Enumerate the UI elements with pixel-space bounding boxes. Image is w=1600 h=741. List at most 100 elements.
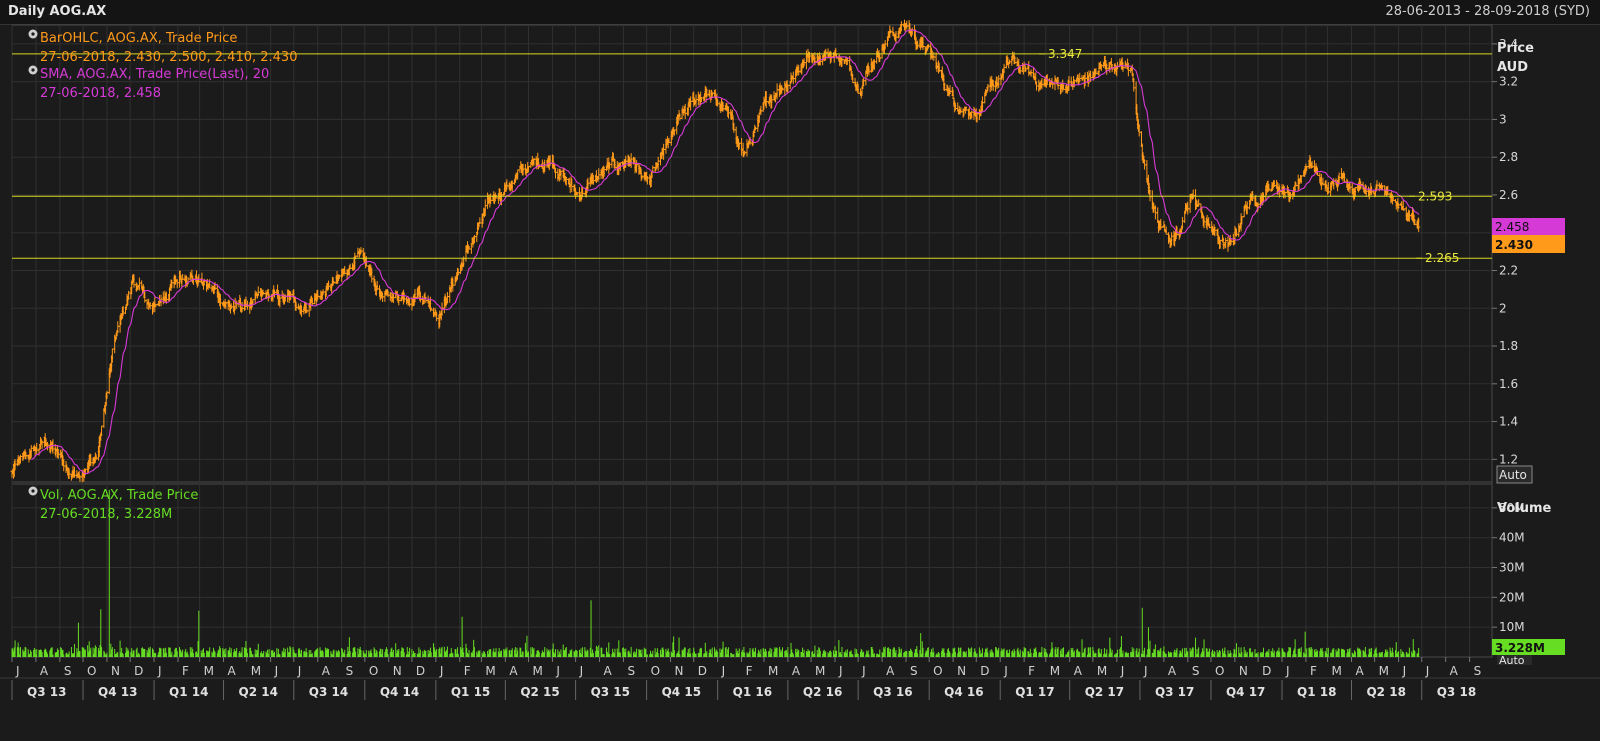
month-tick-label: F — [464, 664, 471, 678]
price-legend: BarOHLC, AOG.AX, Trade Price 27-06-2018,… — [28, 29, 297, 101]
month-tick-label: A — [604, 664, 613, 678]
month-tick-label: S — [346, 664, 354, 678]
price-auto-button[interactable]: Auto — [1496, 465, 1533, 484]
month-tick-label: J — [1143, 664, 1148, 678]
volume-auto-button[interactable]: Auto — [1497, 654, 1532, 667]
volume-tick-label: 30M — [1499, 561, 1525, 575]
ohlc-bar — [791, 71, 795, 85]
month-tick-label: A — [1074, 664, 1083, 678]
quarter-tick-label: Q4 15 — [662, 685, 701, 699]
grid-lines — [11, 25, 1492, 657]
horizontal-line-label: 2.265 — [1425, 251, 1459, 265]
legend-volume-title: Vol, AOG.AX, Trade Price — [40, 488, 198, 503]
month-tick-label: N — [111, 664, 120, 678]
axes: JQ3 13A S OQ4 13N D JQ1 14F M AQ2 14M J JQ3 14A S… — [11, 37, 1525, 700]
price-axis-title: Price — [1497, 41, 1534, 56]
quarter-tick-label: Q4 13 — [98, 685, 137, 699]
quarter-tick-label: Q2 14 — [239, 685, 278, 699]
month-tick-label: J — [861, 664, 866, 678]
chart-canvas[interactable]: 3.3472.5932.265 JQ3 13A S OQ4 13N D JQ1 14F M… — [0, 0, 1600, 741]
info-icon[interactable] — [28, 65, 38, 75]
price-tick-label: 2.8 — [1499, 150, 1518, 164]
month-tick-label: A — [509, 664, 518, 678]
month-tick-label: A — [228, 664, 237, 678]
quarter-tick-label: Q1 16 — [733, 685, 772, 699]
quarter-tick-label: Q4 16 — [944, 685, 983, 699]
quarter-tick-label: Q3 18 — [1437, 685, 1476, 699]
month-tick-label: O — [369, 664, 378, 678]
legend-ohlc-values: 27-06-2018, 2.430, 2.500, 2.410, 2.430 — [40, 50, 297, 65]
month-tick-label: J — [1285, 664, 1290, 678]
month-tick-label: A — [322, 664, 331, 678]
legend-volume-values: 27-06-2018, 3.228M — [40, 507, 172, 522]
price-tick-label: 1.2 — [1499, 452, 1518, 466]
month-tick-label: J — [838, 664, 843, 678]
month-tick-label: O — [651, 664, 660, 678]
month-tick-label: M — [1379, 664, 1389, 678]
price-tick-label: 3 — [1499, 112, 1507, 126]
month-tick-label: A — [886, 664, 895, 678]
month-tick-label: S — [1474, 664, 1482, 678]
month-tick-label: S — [64, 664, 72, 678]
month-tick-label: M — [204, 664, 214, 678]
quarter-tick-label: Q1 18 — [1297, 685, 1336, 699]
volume-legend: Vol, AOG.AX, Trade Price 27-06-2018, 3.2… — [28, 486, 198, 522]
panel-frames — [0, 24, 1600, 679]
month-tick-label: A — [1355, 664, 1364, 678]
volume-panel-frame — [11, 483, 1493, 658]
price-tick-label: 1.6 — [1499, 377, 1518, 391]
month-tick-label: N — [393, 664, 402, 678]
month-tick-label: J — [1425, 664, 1430, 678]
info-icon[interactable] — [28, 29, 38, 39]
month-tick-label: D — [134, 664, 143, 678]
month-tick-label: A — [792, 664, 801, 678]
info-icon[interactable] — [28, 486, 38, 496]
month-tick-label: F — [182, 664, 189, 678]
legend-sma-values: 27-06-2018, 2.458 — [40, 86, 161, 101]
month-tick-label: J — [721, 664, 726, 678]
month-tick-label: M — [768, 664, 778, 678]
quarter-tick-label: Q1 14 — [169, 685, 208, 699]
month-tick-label: J — [1120, 664, 1125, 678]
month-tick-label: N — [675, 664, 684, 678]
quarter-tick-label: Q3 17 — [1155, 685, 1194, 699]
volume-axis-title: Volume — [1497, 501, 1552, 516]
price-tick-label: 2 — [1499, 301, 1507, 315]
quarter-tick-label: Q1 15 — [451, 685, 490, 699]
ohlc-bar — [116, 321, 120, 334]
month-tick-label: D — [980, 664, 989, 678]
volume-tick-label: 10M — [1499, 620, 1525, 634]
price-panel-frame — [11, 24, 1493, 483]
price-tick-label: 3.2 — [1499, 75, 1518, 89]
ohlc-bar — [1002, 63, 1006, 74]
month-tick-label: M — [815, 664, 825, 678]
price-axis-unit: AUD — [1497, 60, 1528, 75]
chart-window: Daily AOG.AX 28-06-2013 - 28-09-2018 (SY… — [0, 0, 1600, 741]
month-tick-label: D — [1262, 664, 1271, 678]
month-tick-label: J — [555, 664, 560, 678]
month-tick-label: M — [1332, 664, 1342, 678]
month-tick-label: J — [15, 664, 20, 678]
month-tick-label: D — [416, 664, 425, 678]
price-tick-label: 1.4 — [1499, 415, 1518, 429]
month-tick-label: A — [1450, 664, 1459, 678]
quarter-tick-label: Q4 14 — [380, 685, 419, 699]
month-tick-label: M — [1097, 664, 1107, 678]
month-tick-label: S — [627, 664, 635, 678]
month-tick-label: O — [1215, 664, 1224, 678]
quarter-tick-label: Q2 17 — [1085, 685, 1124, 699]
month-tick-label: N — [957, 664, 966, 678]
volume-tick-label: 40M — [1499, 531, 1525, 545]
month-tick-label: O — [933, 664, 942, 678]
month-tick-label: J — [297, 664, 302, 678]
month-tick-label: A — [40, 664, 49, 678]
quarter-tick-label: Q2 15 — [520, 685, 559, 699]
last-sma-tag: 2.458 — [1492, 218, 1565, 235]
quarter-tick-label: Q3 13 — [27, 685, 66, 699]
ohlc-bar — [256, 286, 260, 297]
month-tick-label: M — [485, 664, 495, 678]
month-tick-label: A — [1168, 664, 1177, 678]
price-tick-label: 2.6 — [1499, 188, 1518, 202]
month-tick-label: S — [910, 664, 918, 678]
month-tick-label: F — [1028, 664, 1035, 678]
